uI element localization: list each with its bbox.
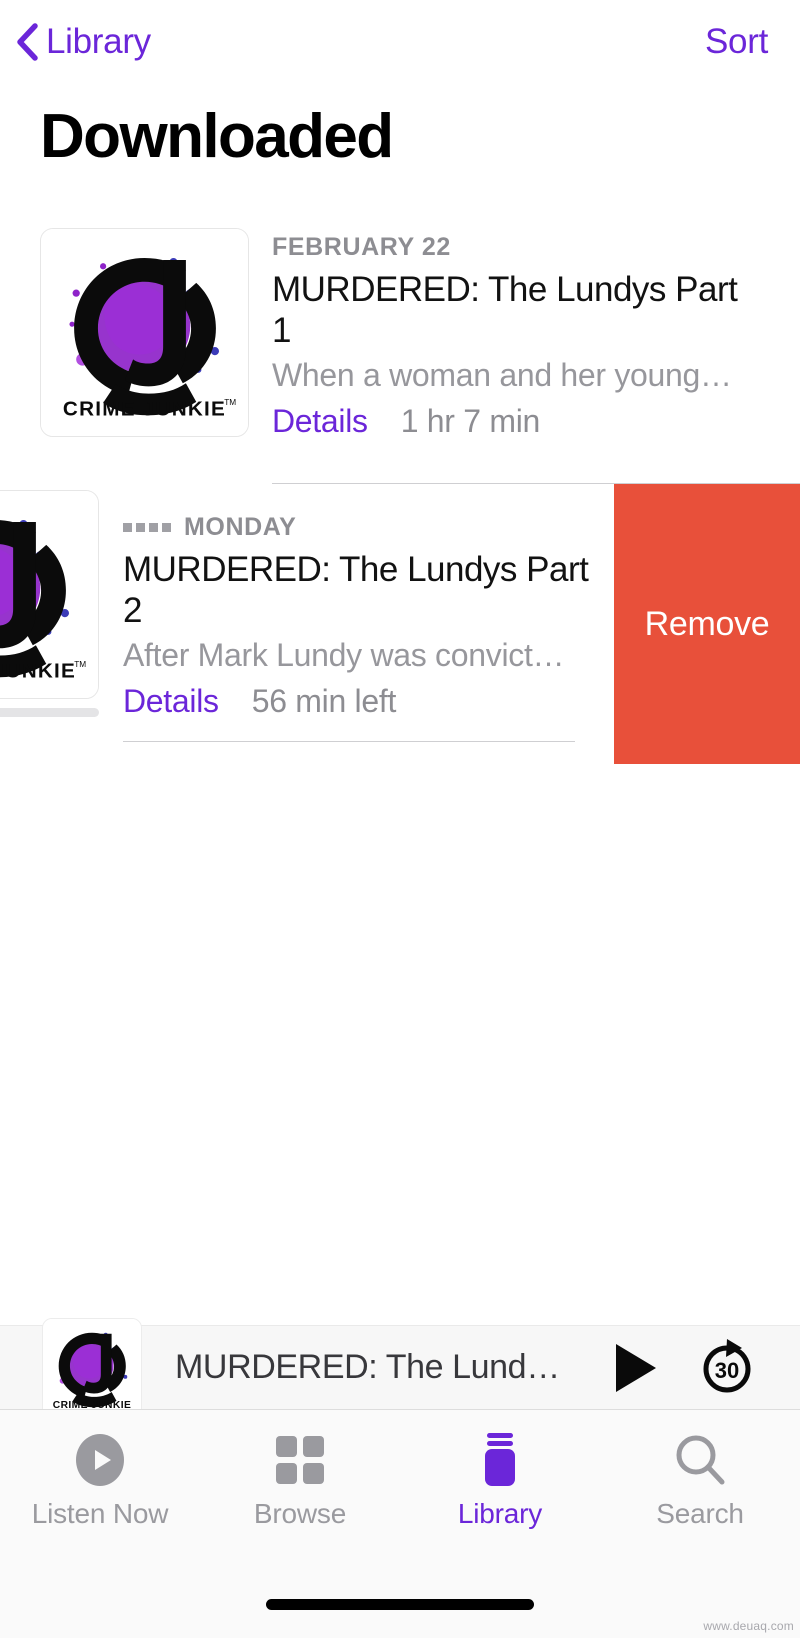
podcast-artwork: CRIME JUNKIE TM (40, 228, 249, 437)
back-to-library-button[interactable]: Library (14, 20, 151, 64)
episode-actions: Details 56 min left (123, 683, 593, 720)
tab-library[interactable]: Library (400, 1410, 600, 1530)
library-icon (474, 1432, 526, 1488)
skip-seconds-label: 30 (715, 1358, 739, 1383)
page-title: Downloaded (40, 98, 393, 176)
tab-listen-now[interactable]: Listen Now (0, 1410, 200, 1530)
episode-date-line: MONDAY (123, 508, 593, 546)
svg-text:TM: TM (74, 660, 86, 669)
browse-grid-icon (274, 1432, 326, 1488)
remove-button[interactable]: Remove (614, 484, 800, 764)
home-indicator (266, 1599, 534, 1610)
skip-forward-30-icon: 30 (696, 1337, 758, 1399)
listen-now-icon (72, 1432, 128, 1488)
episode-metadata: FEBRUARY 22 MURDERED: The Lundys Part 1 … (272, 228, 742, 440)
playback-progress-bar (0, 708, 99, 717)
tab-label: Search (656, 1498, 744, 1530)
tab-search[interactable]: Search (600, 1410, 800, 1530)
play-button[interactable] (612, 1342, 658, 1394)
unplayed-indicator-icon (123, 523, 171, 532)
episode-metadata: MONDAY MURDERED: The Lundys Part 2 After… (123, 508, 593, 720)
back-button-label: Library (46, 20, 151, 64)
navigation-bar: Library Sort (0, 0, 800, 92)
crime-junkie-logo-icon: CRIME JUNKIE TM (41, 229, 248, 436)
tab-label: Listen Now (32, 1498, 169, 1530)
episode-date: MONDAY (184, 513, 296, 542)
watermark: www.deuaq.com (703, 1619, 794, 1633)
table-row[interactable]: CRIME JUNKIE TM MONDAY MURDERED: The Lun… (0, 484, 800, 764)
episode-artwork-wrapper: CRIME JUNKIE TM (40, 228, 249, 437)
skip-forward-30-button[interactable]: 30 (696, 1337, 758, 1399)
remove-button-label: Remove (645, 605, 770, 644)
artwork-caption: CRIME JUNKIE (0, 659, 76, 682)
search-icon (673, 1432, 727, 1488)
episode-artwork-wrapper: CRIME JUNKIE TM (0, 490, 99, 699)
crime-junkie-logo-icon: CRIME JUNKIE (43, 1319, 141, 1417)
table-row[interactable]: CRIME JUNKIE TM FEBRUARY 22 MURDERED: Th… (0, 222, 800, 484)
tab-browse[interactable]: Browse (200, 1410, 400, 1530)
episode-actions: Details 1 hr 7 min (272, 403, 742, 440)
tab-label: Browse (254, 1498, 346, 1530)
sort-button[interactable]: Sort (705, 20, 768, 64)
play-icon (612, 1342, 658, 1394)
episode-date-line: FEBRUARY 22 (272, 228, 742, 266)
podcast-artwork: CRIME JUNKIE TM (0, 490, 99, 699)
details-link[interactable]: Details (272, 403, 368, 440)
mini-player-artwork: CRIME JUNKIE (42, 1318, 142, 1418)
episode-list: CRIME JUNKIE TM FEBRUARY 22 MURDERED: Th… (0, 222, 800, 764)
tab-bar: Listen Now Browse Library (0, 1409, 800, 1638)
crime-junkie-logo-icon: CRIME JUNKIE TM (0, 491, 98, 698)
episode-title: MURDERED: The Lundys Part 1 (272, 269, 742, 351)
chevron-left-icon (14, 20, 40, 64)
artwork-caption: CRIME JUNKIE (63, 397, 226, 420)
episode-title: MURDERED: The Lundys Part 2 (123, 549, 593, 631)
episode-description: When a woman and her young… (272, 355, 742, 395)
tab-label: Library (458, 1498, 542, 1530)
episode-date: FEBRUARY 22 (272, 233, 451, 262)
podcasts-downloaded-screen: Library Sort Downloaded (0, 0, 800, 1638)
episode-description: After Mark Lundy was convict… (123, 635, 593, 675)
details-link[interactable]: Details (123, 683, 219, 720)
mini-player-bar[interactable]: CRIME JUNKIE MURDERED: The Lund… 30 (0, 1325, 800, 1409)
svg-text:TM: TM (224, 398, 236, 407)
row-divider (123, 741, 575, 742)
episode-duration: 1 hr 7 min (401, 403, 540, 440)
episode-duration: 56 min left (252, 683, 396, 720)
mini-player-title: MURDERED: The Lund… (175, 1348, 612, 1387)
